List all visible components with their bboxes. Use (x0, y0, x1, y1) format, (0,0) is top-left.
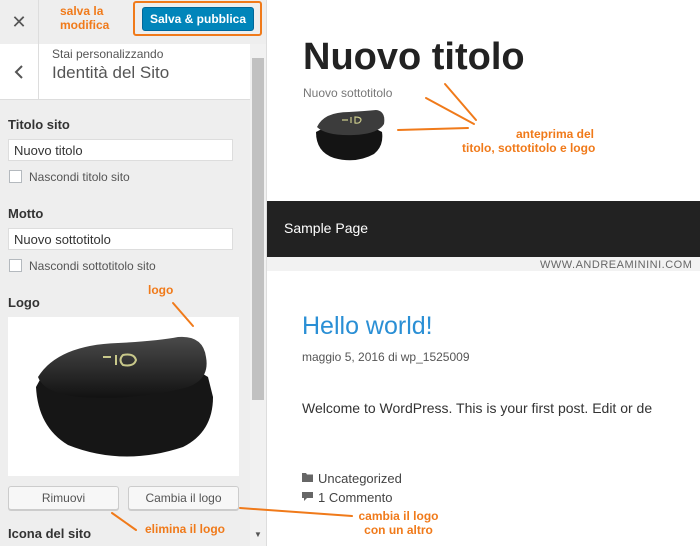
annotation-preview-line2: titolo, sottotitolo e logo (462, 141, 596, 155)
annotation-change: cambia il logo con un altro (358, 509, 439, 537)
annotation-preview: anteprima del (515, 127, 595, 141)
preview-logo-arrow (397, 127, 469, 131)
annotation-logo: logo (148, 283, 174, 297)
preview-tagline-arrow (425, 97, 475, 125)
change-logo-arrow (239, 507, 353, 517)
annotation-arrows (111, 83, 477, 531)
logo-arrow (172, 302, 194, 327)
preview-title-arrow (444, 83, 477, 121)
remove-arrow (111, 512, 137, 531)
annotation-save: salva la modifica (60, 4, 110, 32)
annotation-remove: elimina il logo (145, 522, 226, 536)
